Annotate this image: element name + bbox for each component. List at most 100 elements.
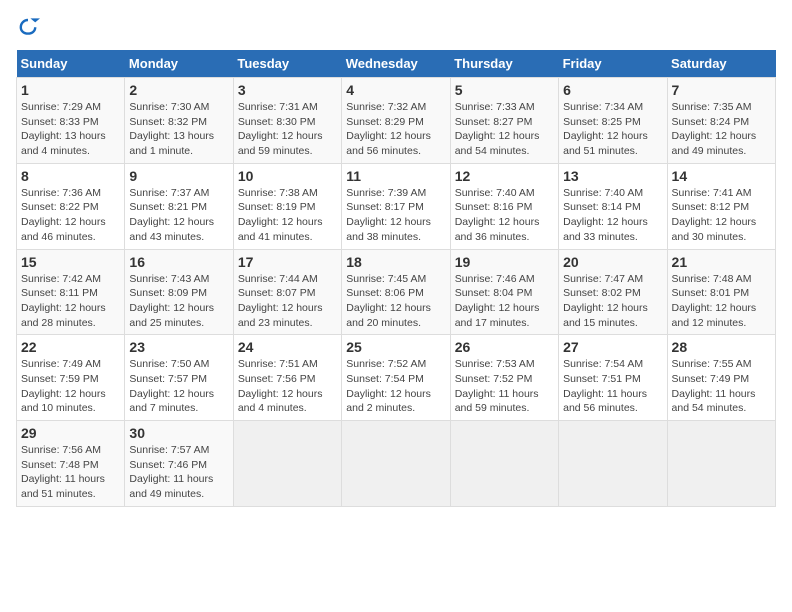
day-number: 2 — [129, 82, 228, 98]
weekday-header-monday: Monday — [125, 50, 233, 78]
day-number: 6 — [563, 82, 662, 98]
day-info: Sunrise: 7:37 AMSunset: 8:21 PMDaylight:… — [129, 186, 228, 245]
calendar-cell — [450, 421, 558, 507]
day-info: Sunrise: 7:50 AMSunset: 7:57 PMDaylight:… — [129, 357, 228, 416]
day-info: Sunrise: 7:33 AMSunset: 8:27 PMDaylight:… — [455, 100, 554, 159]
calendar-cell: 10 Sunrise: 7:38 AMSunset: 8:19 PMDaylig… — [233, 163, 341, 249]
day-info: Sunrise: 7:42 AMSunset: 8:11 PMDaylight:… — [21, 272, 120, 331]
calendar-cell: 13 Sunrise: 7:40 AMSunset: 8:14 PMDaylig… — [559, 163, 667, 249]
calendar-cell: 1 Sunrise: 7:29 AMSunset: 8:33 PMDayligh… — [17, 78, 125, 164]
calendar-cell: 11 Sunrise: 7:39 AMSunset: 8:17 PMDaylig… — [342, 163, 450, 249]
calendar-cell: 6 Sunrise: 7:34 AMSunset: 8:25 PMDayligh… — [559, 78, 667, 164]
weekday-header-thursday: Thursday — [450, 50, 558, 78]
day-number: 1 — [21, 82, 120, 98]
calendar-cell: 29 Sunrise: 7:56 AMSunset: 7:48 PMDaylig… — [17, 421, 125, 507]
day-number: 14 — [672, 168, 771, 184]
weekday-header-tuesday: Tuesday — [233, 50, 341, 78]
calendar-cell: 2 Sunrise: 7:30 AMSunset: 8:32 PMDayligh… — [125, 78, 233, 164]
calendar-cell: 20 Sunrise: 7:47 AMSunset: 8:02 PMDaylig… — [559, 249, 667, 335]
calendar-cell: 3 Sunrise: 7:31 AMSunset: 8:30 PMDayligh… — [233, 78, 341, 164]
day-number: 25 — [346, 339, 445, 355]
calendar-cell: 23 Sunrise: 7:50 AMSunset: 7:57 PMDaylig… — [125, 335, 233, 421]
calendar-cell: 12 Sunrise: 7:40 AMSunset: 8:16 PMDaylig… — [450, 163, 558, 249]
day-info: Sunrise: 7:44 AMSunset: 8:07 PMDaylight:… — [238, 272, 337, 331]
calendar-cell: 21 Sunrise: 7:48 AMSunset: 8:01 PMDaylig… — [667, 249, 775, 335]
day-info: Sunrise: 7:29 AMSunset: 8:33 PMDaylight:… — [21, 100, 120, 159]
day-number: 18 — [346, 254, 445, 270]
day-info: Sunrise: 7:56 AMSunset: 7:48 PMDaylight:… — [21, 443, 120, 502]
calendar-cell: 9 Sunrise: 7:37 AMSunset: 8:21 PMDayligh… — [125, 163, 233, 249]
calendar-week-3: 15 Sunrise: 7:42 AMSunset: 8:11 PMDaylig… — [17, 249, 776, 335]
day-number: 22 — [21, 339, 120, 355]
calendar-cell: 17 Sunrise: 7:44 AMSunset: 8:07 PMDaylig… — [233, 249, 341, 335]
calendar-cell: 19 Sunrise: 7:46 AMSunset: 8:04 PMDaylig… — [450, 249, 558, 335]
calendar-cell: 4 Sunrise: 7:32 AMSunset: 8:29 PMDayligh… — [342, 78, 450, 164]
day-number: 7 — [672, 82, 771, 98]
day-info: Sunrise: 7:40 AMSunset: 8:14 PMDaylight:… — [563, 186, 662, 245]
day-number: 13 — [563, 168, 662, 184]
day-info: Sunrise: 7:54 AMSunset: 7:51 PMDaylight:… — [563, 357, 662, 416]
day-number: 4 — [346, 82, 445, 98]
day-number: 27 — [563, 339, 662, 355]
calendar-week-5: 29 Sunrise: 7:56 AMSunset: 7:48 PMDaylig… — [17, 421, 776, 507]
day-number: 23 — [129, 339, 228, 355]
day-info: Sunrise: 7:32 AMSunset: 8:29 PMDaylight:… — [346, 100, 445, 159]
weekday-header-wednesday: Wednesday — [342, 50, 450, 78]
day-number: 12 — [455, 168, 554, 184]
calendar-table: SundayMondayTuesdayWednesdayThursdayFrid… — [16, 50, 776, 507]
day-info: Sunrise: 7:49 AMSunset: 7:59 PMDaylight:… — [21, 357, 120, 416]
day-info: Sunrise: 7:48 AMSunset: 8:01 PMDaylight:… — [672, 272, 771, 331]
day-number: 5 — [455, 82, 554, 98]
day-info: Sunrise: 7:55 AMSunset: 7:49 PMDaylight:… — [672, 357, 771, 416]
day-number: 15 — [21, 254, 120, 270]
day-info: Sunrise: 7:40 AMSunset: 8:16 PMDaylight:… — [455, 186, 554, 245]
day-info: Sunrise: 7:41 AMSunset: 8:12 PMDaylight:… — [672, 186, 771, 245]
day-number: 29 — [21, 425, 120, 441]
calendar-cell: 26 Sunrise: 7:53 AMSunset: 7:52 PMDaylig… — [450, 335, 558, 421]
weekday-header-sunday: Sunday — [17, 50, 125, 78]
day-number: 24 — [238, 339, 337, 355]
calendar-cell: 16 Sunrise: 7:43 AMSunset: 8:09 PMDaylig… — [125, 249, 233, 335]
calendar-cell — [559, 421, 667, 507]
calendar-cell — [667, 421, 775, 507]
day-info: Sunrise: 7:36 AMSunset: 8:22 PMDaylight:… — [21, 186, 120, 245]
calendar-cell: 27 Sunrise: 7:54 AMSunset: 7:51 PMDaylig… — [559, 335, 667, 421]
day-number: 10 — [238, 168, 337, 184]
calendar-cell: 30 Sunrise: 7:57 AMSunset: 7:46 PMDaylig… — [125, 421, 233, 507]
calendar-cell: 22 Sunrise: 7:49 AMSunset: 7:59 PMDaylig… — [17, 335, 125, 421]
day-number: 26 — [455, 339, 554, 355]
calendar-cell: 25 Sunrise: 7:52 AMSunset: 7:54 PMDaylig… — [342, 335, 450, 421]
page-header — [16, 16, 776, 40]
day-info: Sunrise: 7:51 AMSunset: 7:56 PMDaylight:… — [238, 357, 337, 416]
logo — [16, 16, 44, 40]
calendar-cell — [342, 421, 450, 507]
calendar-cell: 5 Sunrise: 7:33 AMSunset: 8:27 PMDayligh… — [450, 78, 558, 164]
day-info: Sunrise: 7:52 AMSunset: 7:54 PMDaylight:… — [346, 357, 445, 416]
day-info: Sunrise: 7:46 AMSunset: 8:04 PMDaylight:… — [455, 272, 554, 331]
logo-icon — [16, 16, 40, 40]
calendar-cell: 15 Sunrise: 7:42 AMSunset: 8:11 PMDaylig… — [17, 249, 125, 335]
calendar-cell: 7 Sunrise: 7:35 AMSunset: 8:24 PMDayligh… — [667, 78, 775, 164]
day-info: Sunrise: 7:39 AMSunset: 8:17 PMDaylight:… — [346, 186, 445, 245]
day-number: 21 — [672, 254, 771, 270]
calendar-cell: 24 Sunrise: 7:51 AMSunset: 7:56 PMDaylig… — [233, 335, 341, 421]
day-info: Sunrise: 7:31 AMSunset: 8:30 PMDaylight:… — [238, 100, 337, 159]
day-number: 17 — [238, 254, 337, 270]
calendar-week-2: 8 Sunrise: 7:36 AMSunset: 8:22 PMDayligh… — [17, 163, 776, 249]
weekday-header-friday: Friday — [559, 50, 667, 78]
day-number: 30 — [129, 425, 228, 441]
calendar-cell: 28 Sunrise: 7:55 AMSunset: 7:49 PMDaylig… — [667, 335, 775, 421]
day-info: Sunrise: 7:43 AMSunset: 8:09 PMDaylight:… — [129, 272, 228, 331]
day-info: Sunrise: 7:35 AMSunset: 8:24 PMDaylight:… — [672, 100, 771, 159]
day-number: 19 — [455, 254, 554, 270]
day-info: Sunrise: 7:34 AMSunset: 8:25 PMDaylight:… — [563, 100, 662, 159]
calendar-cell: 18 Sunrise: 7:45 AMSunset: 8:06 PMDaylig… — [342, 249, 450, 335]
weekday-header-row: SundayMondayTuesdayWednesdayThursdayFrid… — [17, 50, 776, 78]
day-info: Sunrise: 7:57 AMSunset: 7:46 PMDaylight:… — [129, 443, 228, 502]
calendar-cell: 8 Sunrise: 7:36 AMSunset: 8:22 PMDayligh… — [17, 163, 125, 249]
day-number: 28 — [672, 339, 771, 355]
calendar-week-4: 22 Sunrise: 7:49 AMSunset: 7:59 PMDaylig… — [17, 335, 776, 421]
day-number: 20 — [563, 254, 662, 270]
day-info: Sunrise: 7:38 AMSunset: 8:19 PMDaylight:… — [238, 186, 337, 245]
weekday-header-saturday: Saturday — [667, 50, 775, 78]
